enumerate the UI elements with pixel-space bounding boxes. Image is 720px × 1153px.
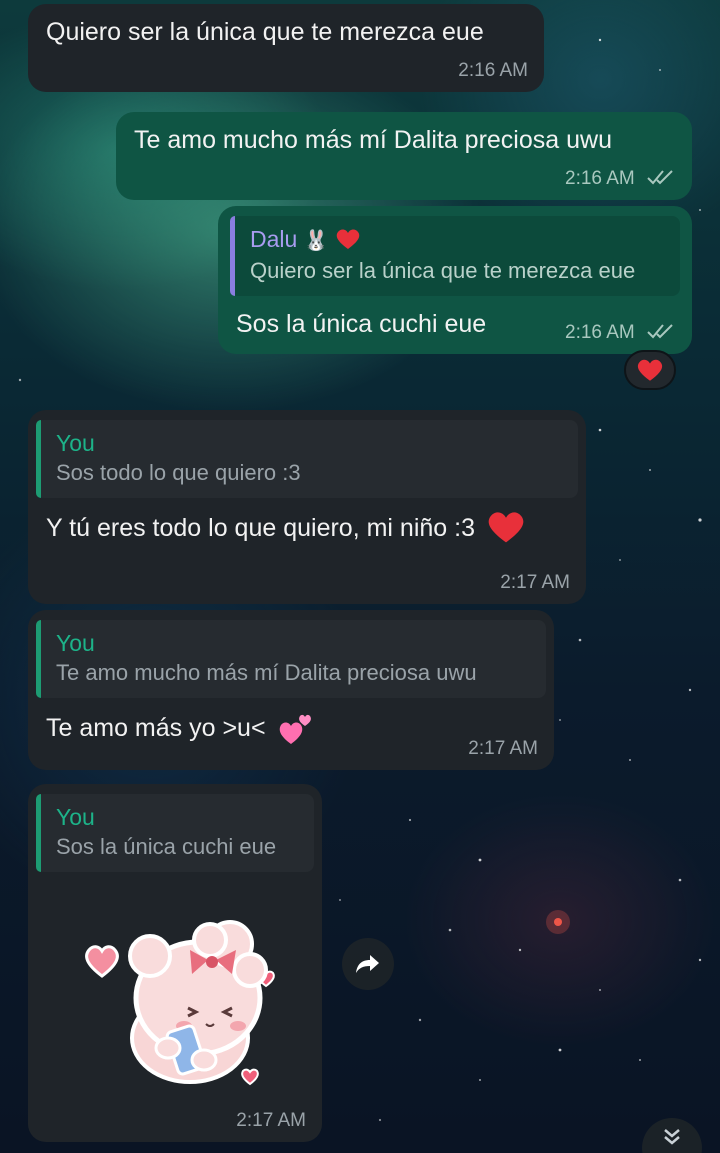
- reply-quote[interactable]: You Sos la única cuchi eue: [36, 794, 314, 872]
- message-bubble-incoming-reply[interactable]: You Te amo mucho más mí Dalita preciosa …: [28, 610, 554, 770]
- quote-text: Sos la única cuchi eue: [56, 834, 277, 859]
- message-time: 2:17 AM: [500, 572, 570, 593]
- reply-quote[interactable]: Dalu 🐰 Quiero ser la única que te merezc…: [230, 216, 680, 296]
- bunny-emoji-icon: 🐰: [303, 230, 329, 252]
- quote-text: Quiero ser la única que te merezca eue: [250, 258, 636, 283]
- quote-text: Te amo mucho más mí Dalita preciosa uwu: [56, 660, 477, 685]
- message-bubble-incoming[interactable]: Quiero ser la única que te merezca eue 2…: [28, 4, 544, 92]
- red-heart-icon: [488, 512, 524, 543]
- reply-quote[interactable]: You Sos todo lo que quiero :3: [36, 420, 578, 498]
- message-time: 2:16 AM: [565, 322, 635, 343]
- quote-author: You: [56, 630, 95, 656]
- quote-author: You: [56, 430, 95, 456]
- reply-quote[interactable]: You Te amo mucho más mí Dalita preciosa …: [36, 620, 546, 698]
- red-heart-icon: [637, 359, 663, 381]
- chevron-double-down-icon: [664, 1129, 680, 1145]
- message-text: Quiero ser la única que te merezca eue: [46, 18, 484, 46]
- message-text: Te amo mucho más mí Dalita preciosa uwu: [134, 126, 612, 154]
- message-bubble-incoming-sticker[interactable]: You Sos la única cuchi eue 2:17 AM: [28, 784, 322, 1142]
- quote-author: You: [56, 804, 95, 830]
- scroll-down-button[interactable]: [642, 1118, 702, 1153]
- message-bubble-incoming-reply[interactable]: You Sos todo lo que quiero :3 Y tú eres …: [28, 410, 586, 604]
- message-time: 2:17 AM: [236, 1110, 306, 1131]
- double-check-icon: [647, 324, 673, 339]
- forward-icon: [356, 955, 379, 973]
- double-check-icon: [647, 170, 673, 185]
- message-bubble-outgoing[interactable]: Te amo mucho más mí Dalita preciosa uwu …: [116, 112, 692, 200]
- message-bubble-outgoing-reply[interactable]: Dalu 🐰 Quiero ser la única que te merezc…: [218, 206, 692, 354]
- message-time: 2:16 AM: [458, 60, 528, 81]
- forward-button[interactable]: [342, 938, 394, 990]
- message-meta: 2:16 AM: [565, 168, 676, 190]
- quote-text: Sos todo lo que quiero :3: [56, 460, 301, 485]
- message-text: Y tú eres todo lo que quiero, mi niño :3: [36, 510, 578, 544]
- red-heart-icon: [336, 229, 360, 249]
- message-meta: 2:16 AM: [565, 322, 676, 344]
- quote-author: Dalu 🐰: [250, 224, 666, 256]
- message-time: 2:17 AM: [468, 738, 538, 759]
- reaction-badge[interactable]: [624, 350, 676, 390]
- two-hearts-icon: [279, 714, 311, 744]
- message-time: 2:16 AM: [565, 168, 635, 189]
- pink-bear-phone-sticker[interactable]: [80, 920, 280, 1090]
